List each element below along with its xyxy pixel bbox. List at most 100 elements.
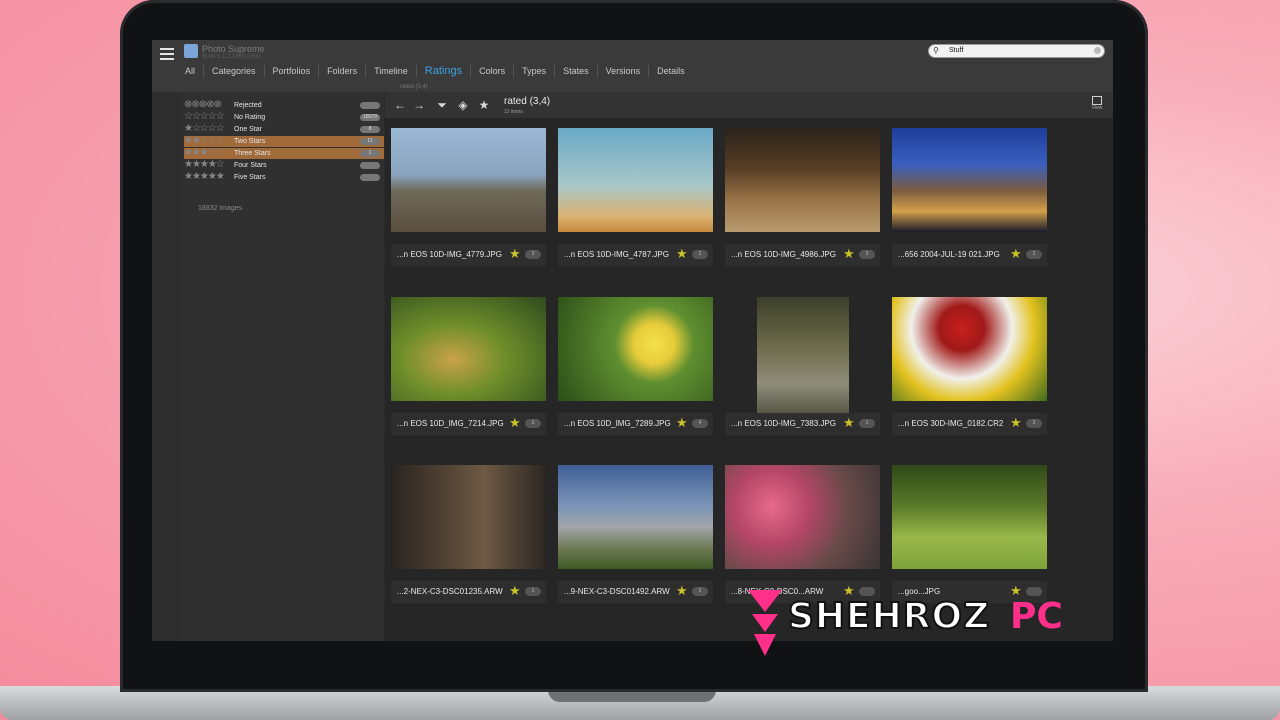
rating-label: No Rating bbox=[234, 114, 266, 121]
rating-stars-icon: ★☆☆☆☆ bbox=[184, 123, 225, 134]
rating-label: Five Stars bbox=[234, 174, 266, 181]
file-name: ...9-NEX-C3-DSC01492.ARW bbox=[564, 587, 670, 596]
rating-filter-rejected[interactable]: ⊗⊗⊗⊗⊗ Rejected bbox=[184, 99, 384, 111]
photo-thumbnail[interactable]: ...656 2004-JUL-19 021.JPG ★ 2 bbox=[892, 128, 1047, 268]
photo-image bbox=[391, 297, 546, 401]
file-name: ...n EOS 10D-IMG_4779.JPG bbox=[397, 250, 502, 259]
rating-label: Four Stars bbox=[234, 162, 267, 169]
photo-thumbnail[interactable]: ...goo...JPG ★ bbox=[892, 465, 1047, 605]
back-arrow-icon[interactable]: ← bbox=[393, 98, 407, 112]
thumbnail-caption: ...n EOS 10D-IMG_4779.JPG ★ 3 bbox=[391, 244, 546, 266]
star-icon[interactable]: ★ bbox=[1010, 247, 1022, 261]
tab-portfolios[interactable]: Portfolios bbox=[263, 65, 319, 77]
rating-badge: 1 bbox=[859, 419, 875, 428]
watermark-text-1: SHEHROZ bbox=[787, 595, 991, 638]
file-name: ...n EOS 10D_IMG_7214.JPG bbox=[397, 419, 504, 428]
search-field[interactable]: ⚲ Stuff bbox=[928, 44, 1105, 58]
file-name: ...n EOS 10D-IMG_7383.JPG bbox=[731, 419, 836, 428]
photo-thumbnail[interactable]: ...n EOS 10D-IMG_7383.JPG ★ 1 bbox=[725, 297, 880, 437]
file-name: ...n EOS 30D-IMG_0182.CR2 bbox=[898, 419, 1004, 428]
rating-badge: 2 bbox=[1026, 250, 1042, 259]
ratings-panel: ⊗⊗⊗⊗⊗ Rejected ☆☆☆☆☆ No Rating 18079 ★☆☆☆☆ One… bbox=[180, 92, 385, 641]
photo-thumbnail[interactable]: ...8-NEX-C3-DSC0...ARW ★ bbox=[725, 465, 880, 605]
stack-icon[interactable]: ◈ bbox=[456, 98, 470, 112]
rating-label: Three Stars bbox=[234, 150, 271, 157]
rating-filter-three-stars[interactable]: ★★★☆☆ Three Stars 1 bbox=[184, 147, 384, 159]
favorite-star-icon[interactable]: ★ bbox=[477, 98, 491, 112]
photo-thumbnail[interactable]: ...2-NEX-C3-DSC01235.ARW ★ 1 bbox=[391, 465, 546, 605]
tab-ratings[interactable]: Ratings bbox=[415, 65, 470, 77]
rating-badge: 3 bbox=[525, 419, 541, 428]
photo-thumbnail[interactable]: ...n EOS 10D-IMG_4779.JPG ★ 3 bbox=[391, 128, 546, 268]
rating-filter-two-stars[interactable]: ★★☆☆☆ Two Stars 11 bbox=[184, 135, 384, 147]
photo-thumbnail[interactable]: ...n EOS 10D-IMG_4787.JPG ★ 2 bbox=[558, 128, 713, 268]
rating-stars-icon: ★★★★★ bbox=[184, 171, 225, 182]
thumbnail-area: ← → ⏷ ◈ ★ rated (3,4) 12 items View ...n… bbox=[385, 92, 1113, 641]
rating-badge: 1 bbox=[525, 587, 541, 596]
rating-stars-icon: ★★★★☆ bbox=[184, 159, 225, 170]
thumbnail-caption: ...9-NEX-C3-DSC01492.ARW ★ 2 bbox=[558, 581, 713, 603]
file-name: ...n EOS 10D-IMG_4986.JPG bbox=[731, 250, 836, 259]
star-icon[interactable]: ★ bbox=[676, 584, 688, 598]
photo-thumbnail[interactable]: ...n EOS 10D-IMG_4986.JPG ★ 3 bbox=[725, 128, 880, 268]
view-button[interactable]: View bbox=[1089, 96, 1105, 116]
tab-categories[interactable]: Categories bbox=[203, 65, 264, 77]
photo-image bbox=[892, 297, 1047, 401]
tab-types[interactable]: Types bbox=[513, 65, 554, 77]
tab-timeline[interactable]: Timeline bbox=[365, 65, 416, 77]
tab-folders[interactable]: Folders bbox=[318, 65, 365, 77]
star-icon[interactable]: ★ bbox=[509, 584, 521, 598]
rating-count bbox=[360, 162, 380, 169]
filter-icon[interactable]: ⏷ bbox=[435, 98, 449, 112]
rating-filter-four-stars[interactable]: ★★★★☆ Four Stars bbox=[184, 159, 384, 171]
tab-versions[interactable]: Versions bbox=[596, 65, 649, 77]
tab-all[interactable]: All bbox=[180, 65, 203, 77]
tab-states[interactable]: States bbox=[554, 65, 597, 77]
rating-badge: 4 bbox=[692, 419, 708, 428]
left-rail bbox=[152, 92, 180, 641]
photo-thumbnail[interactable]: ...9-NEX-C3-DSC01492.ARW ★ 2 bbox=[558, 465, 713, 605]
rating-count: 11 bbox=[360, 138, 380, 145]
watermark-logo: SHEHROZ PC bbox=[748, 590, 1128, 660]
app-logo-icon bbox=[184, 44, 198, 58]
rating-count bbox=[360, 174, 380, 181]
photo-image bbox=[892, 128, 1047, 232]
star-icon[interactable]: ★ bbox=[843, 247, 855, 261]
photo-image bbox=[892, 465, 1047, 569]
thumbnail-caption: ...n EOS 10D-IMG_4986.JPG ★ 3 bbox=[725, 244, 880, 266]
photo-thumbnail[interactable]: ...n EOS 30D-IMG_0182.CR2 ★ 3 bbox=[892, 297, 1047, 437]
rating-badge: 3 bbox=[859, 250, 875, 259]
forward-arrow-icon[interactable]: → bbox=[412, 98, 426, 112]
watermark-arrow-icon bbox=[752, 614, 778, 632]
rating-filter-one-star[interactable]: ★☆☆☆☆ One Star 8 bbox=[184, 123, 384, 135]
rating-count: 1 bbox=[360, 150, 380, 157]
star-icon[interactable]: ★ bbox=[509, 416, 521, 430]
rating-filter-five-stars[interactable]: ★★★★★ Five Stars bbox=[184, 171, 384, 183]
rating-badge: 3 bbox=[525, 250, 541, 259]
watermark-arrow-icon bbox=[754, 634, 776, 656]
app-title: Photo Supreme bbox=[202, 44, 265, 54]
star-icon[interactable]: ★ bbox=[676, 416, 688, 430]
photo-thumbnail[interactable]: ...n EOS 10D_IMG_7214.JPG ★ 3 bbox=[391, 297, 546, 437]
photo-thumbnail[interactable]: ...n EOS 10D_IMG_7289.JPG ★ 4 bbox=[558, 297, 713, 437]
clear-search-icon[interactable] bbox=[1094, 47, 1101, 54]
thumbnail-caption: ...n EOS 10D-IMG_4787.JPG ★ 2 bbox=[558, 244, 713, 266]
search-input[interactable]: Stuff bbox=[949, 46, 963, 56]
rating-badge: 2 bbox=[692, 250, 708, 259]
rating-filter-no-rating[interactable]: ☆☆☆☆☆ No Rating 18079 bbox=[184, 111, 384, 123]
tab-details[interactable]: Details bbox=[648, 65, 693, 77]
star-icon[interactable]: ★ bbox=[843, 416, 855, 430]
thumbnail-caption: ...656 2004-JUL-19 021.JPG ★ 2 bbox=[892, 244, 1047, 266]
sub-tab[interactable]: rated (3,4) bbox=[400, 84, 428, 90]
photo-image bbox=[757, 297, 849, 421]
star-icon[interactable]: ★ bbox=[1010, 416, 1022, 430]
photo-image bbox=[391, 465, 546, 569]
watermark-arrow-icon bbox=[748, 590, 782, 612]
thumbnail-caption: ...n EOS 10D-IMG_7383.JPG ★ 1 bbox=[725, 413, 880, 435]
hamburger-menu-icon[interactable] bbox=[160, 48, 174, 60]
star-icon[interactable]: ★ bbox=[676, 247, 688, 261]
view-label: View bbox=[1091, 105, 1103, 111]
star-icon[interactable]: ★ bbox=[509, 247, 521, 261]
photo-image bbox=[725, 128, 880, 232]
tab-colors[interactable]: Colors bbox=[470, 65, 513, 77]
